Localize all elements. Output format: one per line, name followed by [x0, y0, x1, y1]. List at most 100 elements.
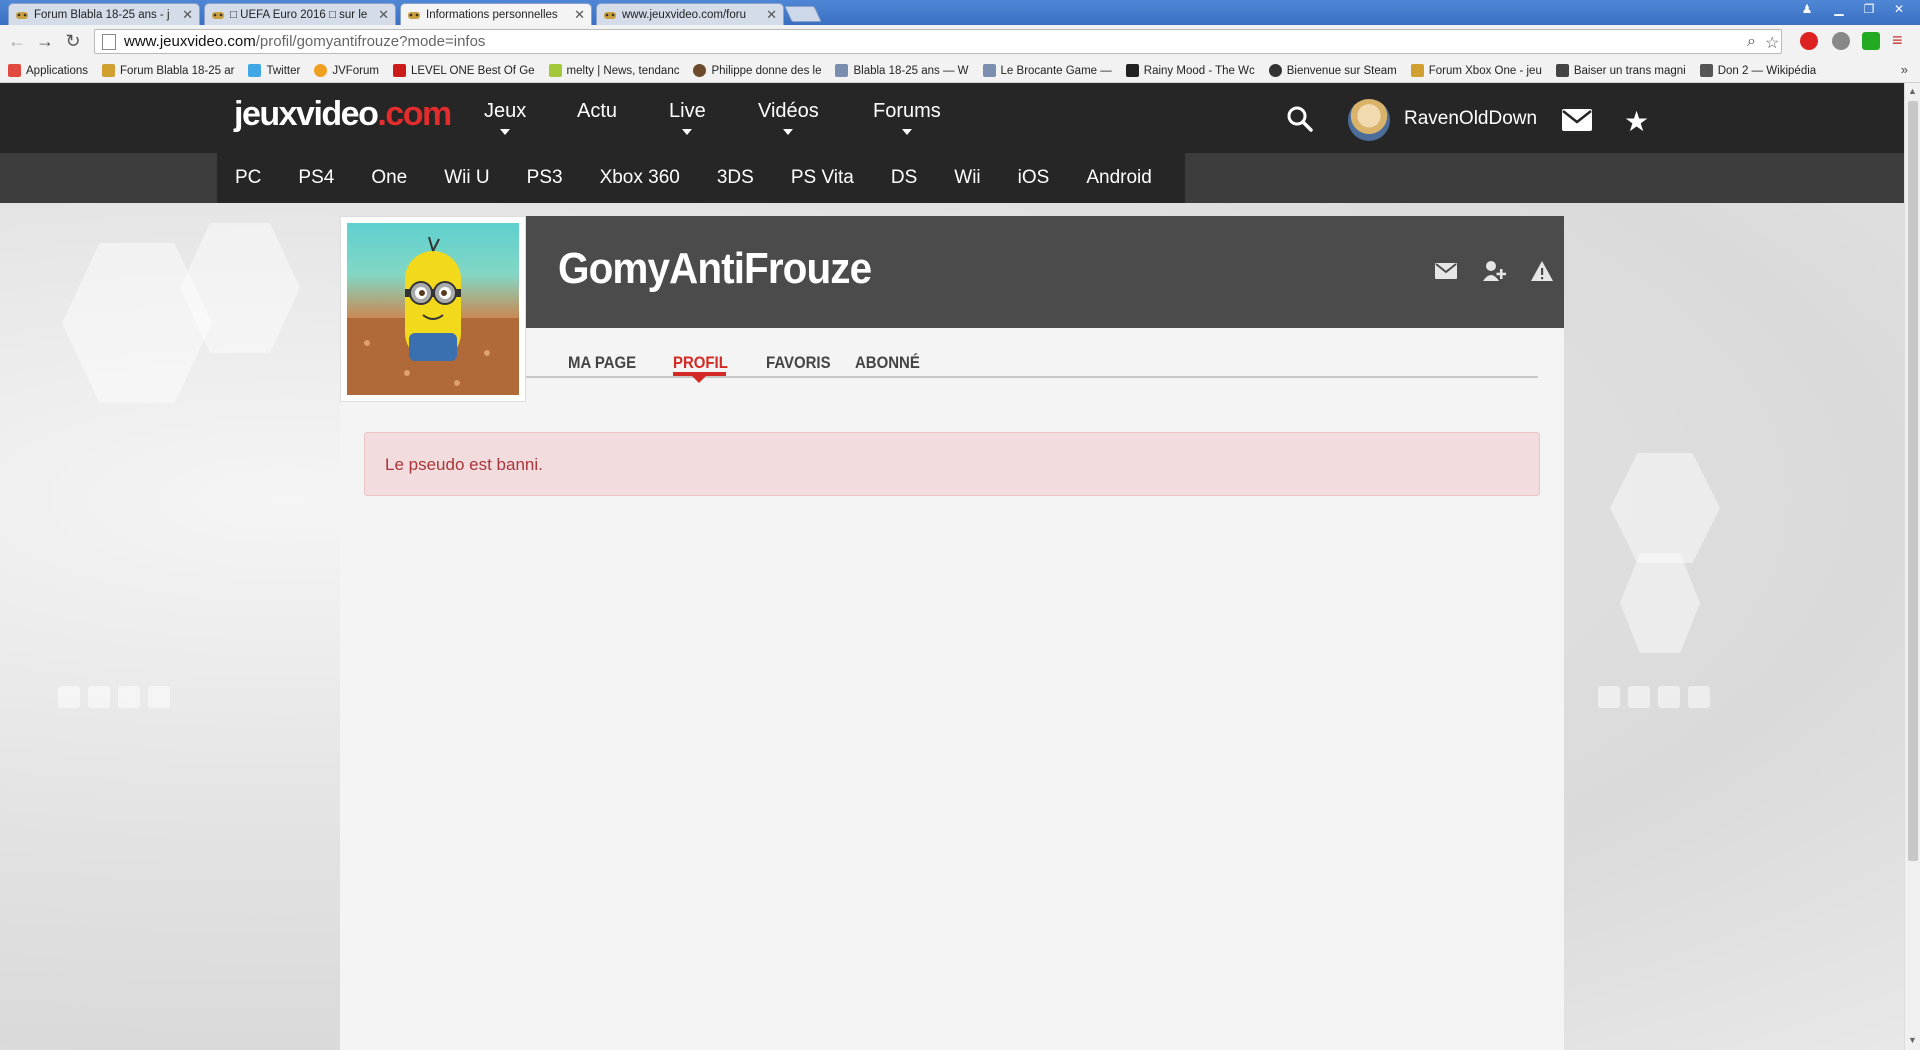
- tab-favoris[interactable]: FAVORIS: [766, 353, 831, 373]
- browser-tab[interactable]: □ UEFA Euro 2016 □ sur le ✕: [204, 3, 396, 25]
- wikipedia-icon: [1699, 64, 1713, 77]
- url-text[interactable]: www.jeuxvideo.com/profil/gomyantifrouze?…: [124, 33, 485, 50]
- adblock-extension-icon[interactable]: [1800, 32, 1818, 50]
- page-scrollbar[interactable]: ▲ ▼: [1904, 83, 1920, 1050]
- close-tab-icon[interactable]: ✕: [182, 7, 193, 23]
- bookmark-item[interactable]: Baiser un trans magni: [1555, 64, 1686, 77]
- user-avatar[interactable]: [1348, 99, 1390, 141]
- nav-item-jeux[interactable]: Jeux: [484, 100, 526, 135]
- platform-ps4[interactable]: PS4: [298, 167, 334, 189]
- bookmark-item[interactable]: Bienvenue sur Steam: [1268, 64, 1397, 77]
- twitter-icon: [248, 64, 262, 77]
- platform-xbox-360[interactable]: Xbox 360: [600, 167, 680, 189]
- platform-one[interactable]: One: [371, 167, 407, 189]
- rss-icon: [982, 64, 996, 77]
- rss-icon: [835, 64, 849, 77]
- bookmark-item[interactable]: Philippe donne des le: [693, 64, 821, 77]
- platform-3ds[interactable]: 3DS: [717, 167, 754, 189]
- close-window-icon[interactable]: ✕: [1886, 0, 1912, 18]
- mail-icon[interactable]: [1562, 109, 1592, 131]
- nav-item-forums[interactable]: Forums: [873, 100, 941, 135]
- add-friend-icon[interactable]: [1482, 259, 1506, 283]
- reload-icon[interactable]: ↻: [62, 31, 84, 52]
- site-header: jeuxvideo.com Jeux Actu Live Vidéos Foru…: [0, 83, 1904, 153]
- menu-icon[interactable]: ≡: [1892, 30, 1903, 51]
- bookmark-item[interactable]: Applications: [8, 64, 88, 77]
- platform-ios[interactable]: iOS: [1018, 167, 1050, 189]
- profile-avatar: [340, 216, 526, 402]
- background-tile: [1628, 686, 1650, 708]
- gamepad-icon: [1410, 64, 1424, 77]
- close-tab-icon[interactable]: ✕: [574, 7, 585, 23]
- platform-menu: PC PS4 One Wii U PS3 Xbox 360 3DS PS Vit…: [217, 153, 1185, 203]
- platform-ps-vita[interactable]: PS Vita: [791, 167, 854, 189]
- caret-down-icon: [500, 129, 511, 135]
- caret-down-icon: [901, 129, 912, 135]
- close-tab-icon[interactable]: ✕: [766, 7, 777, 23]
- bookmark-item[interactable]: JVForum: [314, 64, 379, 77]
- background-tile: [118, 686, 140, 708]
- scrollbar-thumb[interactable]: [1908, 101, 1918, 861]
- new-tab-button[interactable]: [784, 6, 822, 22]
- bookmark-item[interactable]: melty | News, tendanc: [548, 64, 679, 77]
- alert-message: Le pseudo est banni.: [385, 455, 543, 474]
- search-icon[interactable]: [1286, 105, 1314, 133]
- bookmark-item[interactable]: Twitter: [248, 64, 300, 77]
- report-warning-icon[interactable]: [1530, 259, 1554, 283]
- tab-abonne[interactable]: ABONNÉ: [855, 353, 920, 373]
- bookmark-item[interactable]: LEVEL ONE Best Of Ge: [392, 64, 535, 77]
- nav-item-live[interactable]: Live: [669, 100, 706, 135]
- platform-bar: PC PS4 One Wii U PS3 Xbox 360 3DS PS Vit…: [0, 153, 1904, 203]
- active-tab-pointer: [692, 376, 706, 383]
- scroll-down-icon[interactable]: ▼: [1908, 1035, 1917, 1045]
- user-icon[interactable]: ♟: [1794, 0, 1820, 18]
- banned-alert: Le pseudo est banni.: [364, 432, 1540, 496]
- profile-tabs: MA PAGE PROFIL FAVORIS ABONNÉ: [526, 328, 1538, 378]
- browser-tab-active[interactable]: Informations personnelles ✕: [400, 3, 592, 25]
- background-tile: [58, 686, 80, 708]
- browser-tab-title: □ UEFA Euro 2016 □ sur le: [230, 8, 368, 21]
- tab-ma-page[interactable]: MA PAGE: [568, 353, 636, 373]
- gamepad-icon: [16, 11, 28, 19]
- browser-tab-title: www.jeuxvideo.com/foru: [622, 8, 746, 21]
- browser-tab[interactable]: www.jeuxvideo.com/foru ✕: [596, 3, 784, 25]
- zoom-icon[interactable]: ⌕: [1747, 33, 1756, 51]
- close-tab-icon[interactable]: ✕: [378, 7, 389, 23]
- extension-icon[interactable]: [1862, 32, 1880, 50]
- bookmark-item[interactable]: Forum Xbox One - jeu: [1410, 64, 1542, 77]
- bookmark-item[interactable]: Le Brocante Game —: [982, 64, 1112, 77]
- minimize-icon[interactable]: ▁: [1826, 0, 1852, 18]
- tab-profil[interactable]: PROFIL: [673, 353, 728, 373]
- site-logo[interactable]: jeuxvideo.com: [234, 95, 452, 134]
- platform-wii[interactable]: Wii: [954, 167, 980, 189]
- restore-icon[interactable]: ❐: [1856, 0, 1882, 18]
- back-arrow-icon[interactable]: ←: [6, 31, 28, 52]
- bookmark-item[interactable]: Don 2 — Wikipédia: [1699, 64, 1816, 77]
- background-tile: [148, 686, 170, 708]
- platform-ps3[interactable]: PS3: [527, 167, 563, 189]
- bag-icon: [1555, 64, 1569, 77]
- platform-android[interactable]: Android: [1086, 167, 1152, 189]
- extension-icon[interactable]: [1832, 32, 1850, 50]
- youtube-icon: [392, 64, 406, 77]
- platform-wii-u[interactable]: Wii U: [444, 167, 489, 189]
- nav-item-videos[interactable]: Vidéos: [758, 100, 819, 135]
- address-bar[interactable]: www.jeuxvideo.com/profil/gomyantifrouze?…: [94, 29, 1782, 54]
- background-hexagon: [62, 243, 212, 403]
- background-tile: [88, 686, 110, 708]
- scroll-up-icon[interactable]: ▲: [1908, 86, 1917, 96]
- bookmark-star-icon[interactable]: ☆: [1765, 33, 1779, 53]
- forward-arrow-icon[interactable]: →: [34, 31, 56, 52]
- bookmark-item[interactable]: Blabla 18-25 ans — W: [835, 64, 969, 77]
- nav-item-actu[interactable]: Actu: [577, 100, 617, 123]
- username[interactable]: RavenOldDown: [1404, 108, 1537, 130]
- message-icon[interactable]: [1434, 259, 1458, 283]
- steam-icon: [1268, 64, 1282, 77]
- platform-pc[interactable]: PC: [235, 167, 261, 189]
- bookmark-item[interactable]: Rainy Mood - The Wc: [1125, 64, 1255, 77]
- platform-ds[interactable]: DS: [891, 167, 917, 189]
- browser-tab[interactable]: Forum Blabla 18-25 ans - j ✕: [8, 3, 200, 25]
- bookmarks-overflow-icon[interactable]: »: [1901, 62, 1908, 77]
- bookmark-item[interactable]: Forum Blabla 18-25 ar: [102, 64, 234, 77]
- star-icon[interactable]: ★: [1624, 105, 1649, 138]
